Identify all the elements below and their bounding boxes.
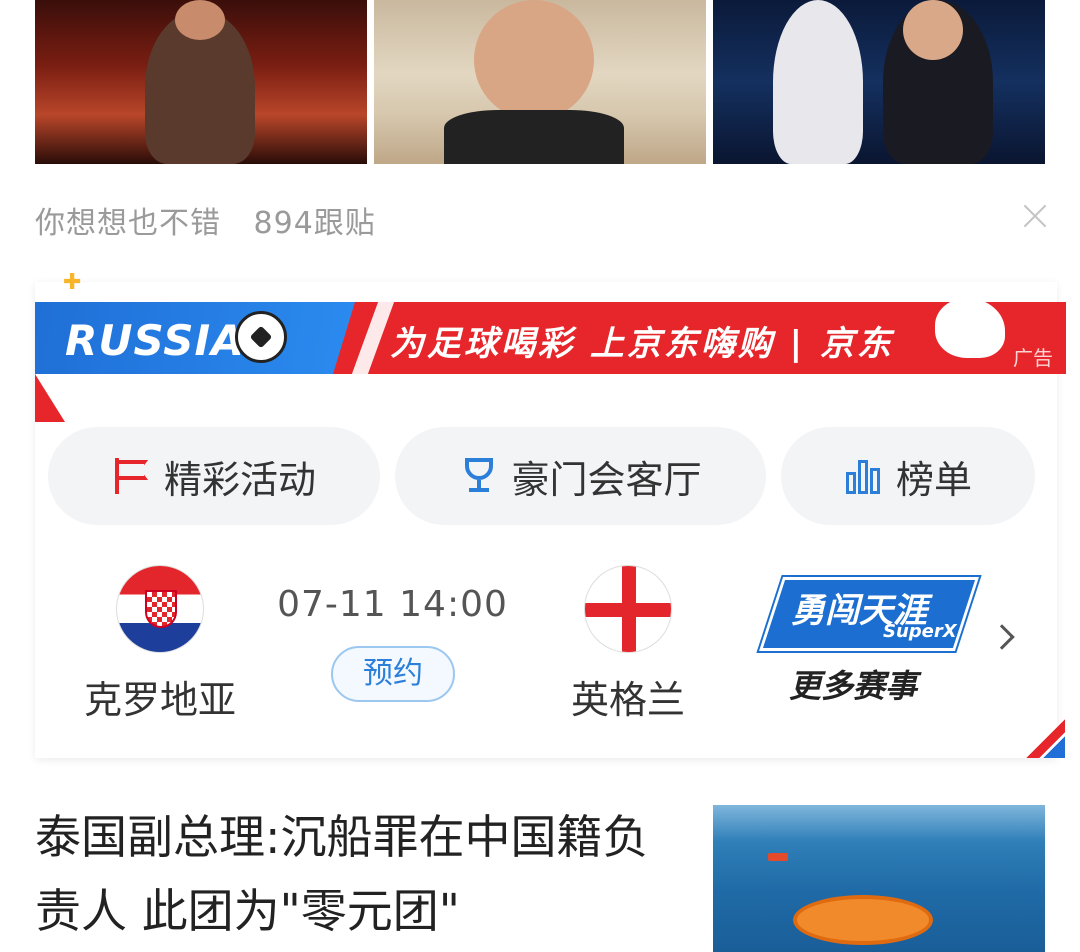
- sparkle-icon: ✚: [63, 270, 82, 295]
- news-thumbnail[interactable]: [713, 805, 1045, 952]
- pill-rankings[interactable]: 榜单: [781, 427, 1035, 525]
- chevron-right-icon[interactable]: [989, 624, 1015, 650]
- feed-screen: 你想想也不错 894跟贴 RUSSIA 为足球喝彩 上京东嗨购 | 京东 广告 …: [0, 0, 1080, 952]
- banner-brand: RUSSIA: [65, 316, 245, 365]
- sponsor-subtitle: SuperX: [883, 621, 957, 642]
- mascot-dog-icon: [935, 302, 1005, 358]
- pill-highlights[interactable]: 精彩活动: [48, 427, 380, 525]
- more-matches-button[interactable]: 勇闯天涯 SuperX 更多赛事: [756, 569, 982, 705]
- pill-label: 精彩活动: [163, 457, 316, 502]
- pill-vip-lounge[interactable]: 豪门会客厅: [395, 427, 766, 525]
- trophy-icon: [459, 456, 499, 496]
- more-matches-label: 更多赛事: [789, 667, 918, 705]
- soccer-ball-icon: [235, 311, 287, 363]
- corner-decoration-right: [1025, 712, 1065, 758]
- life-raft-shape: [793, 895, 933, 945]
- match-time: 07-11 14:00: [277, 584, 508, 625]
- home-team-name: 克罗地亚: [83, 678, 236, 722]
- feed-item-meta: 你想想也不错 894跟贴: [35, 198, 376, 242]
- news-headline[interactable]: 泰国副总理:沉船罪在中国籍负责人 此团为"零元团": [35, 800, 675, 948]
- corner-decoration: [35, 374, 65, 422]
- away-team[interactable]: 英格兰: [548, 565, 708, 724]
- ad-banner[interactable]: RUSSIA 为足球喝彩 上京东嗨购 | 京东 广告: [35, 302, 1066, 374]
- boat-shape: [768, 853, 788, 861]
- gallery-photo-couple[interactable]: [713, 0, 1045, 164]
- reserve-button[interactable]: 预约: [331, 646, 455, 702]
- ad-label: 广告: [1013, 346, 1053, 370]
- banner-slogan: 为足球喝彩 上京东嗨购 | 京东: [390, 324, 894, 364]
- england-flag-icon: [584, 565, 672, 653]
- ad-card[interactable]: RUSSIA 为足球喝彩 上京东嗨购 | 京东 广告 ✚ 精彩活动 豪门会客厅 …: [35, 270, 1066, 758]
- comment-count[interactable]: 894跟贴: [254, 206, 376, 241]
- feed-source: 你想想也不错: [35, 206, 221, 241]
- away-team-name: 英格兰: [570, 678, 685, 722]
- pill-label: 豪门会客厅: [511, 457, 702, 502]
- gallery-photo-man[interactable]: [374, 0, 706, 164]
- bar-chart-icon: [844, 456, 884, 496]
- close-icon[interactable]: [1020, 200, 1050, 230]
- photo-gallery[interactable]: [35, 0, 1045, 164]
- croatia-flag-icon: [116, 565, 204, 653]
- gallery-photo-singer[interactable]: [35, 0, 367, 164]
- flag-icon: [112, 456, 152, 496]
- home-team[interactable]: 克罗地亚: [80, 565, 240, 724]
- pill-label: 榜单: [895, 457, 972, 502]
